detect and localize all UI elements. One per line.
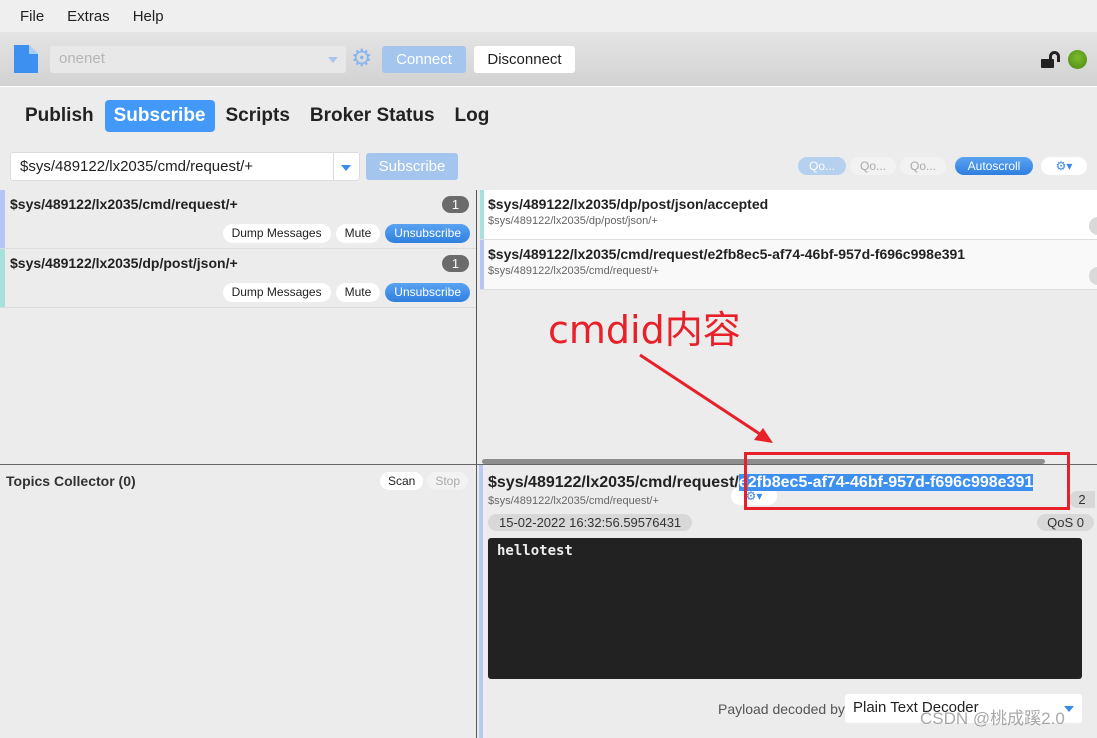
tab-log[interactable]: Log: [446, 100, 499, 132]
message-count-badge: 1: [442, 196, 469, 213]
message-topic: $sys/489122/lx2035/cmd/request/e2fb8ec5-…: [488, 246, 966, 262]
subscribe-tools: Qo... Qo... Qo... Autoscroll ⚙▾: [798, 157, 1087, 175]
chevron-down-icon: [1064, 706, 1074, 712]
subscribe-topic-input[interactable]: $sys/489122/lx2035/cmd/request/+: [10, 152, 360, 181]
detail-message-count: 2: [1069, 491, 1095, 508]
qos1-button[interactable]: Qo...: [850, 157, 896, 175]
connect-button[interactable]: Connect: [382, 46, 466, 73]
dump-messages-button[interactable]: Dump Messages: [222, 283, 331, 302]
message-color-stripe: [480, 190, 484, 239]
menu-extras[interactable]: Extras: [67, 8, 110, 25]
message-subscription: $sys/489122/lx2035/dp/post/json/+: [488, 215, 658, 227]
message-count-badge: 1: [442, 255, 469, 272]
qos2-button[interactable]: Qo...: [900, 157, 946, 175]
message-topic: $sys/489122/lx2035/dp/post/json/accepted: [488, 196, 769, 212]
annotation-label: cmdid内容: [548, 308, 741, 352]
menu-file[interactable]: File: [20, 8, 44, 25]
menu-help[interactable]: Help: [133, 8, 164, 25]
subscription-color-stripe: [0, 190, 5, 248]
subscription-topic: $sys/489122/lx2035/dp/post/json/+: [10, 255, 238, 271]
dump-messages-button[interactable]: Dump Messages: [222, 224, 331, 243]
tab-scripts[interactable]: Scripts: [217, 100, 299, 132]
unsubscribe-button[interactable]: Unsubscribe: [385, 224, 470, 243]
qos0-button[interactable]: Qo...: [798, 157, 846, 175]
chevron-down-icon[interactable]: [341, 165, 351, 171]
unlock-icon: [1041, 50, 1061, 70]
payload-view[interactable]: hellotest: [488, 538, 1082, 679]
stop-button[interactable]: Stop: [427, 472, 468, 490]
main-tabs: Publish Subscribe Scripts Broker Status …: [16, 100, 500, 132]
scan-button[interactable]: Scan: [379, 472, 424, 490]
tab-broker-status[interactable]: Broker Status: [301, 100, 444, 132]
subscription-color-stripe: [0, 249, 5, 307]
topics-collector-title: Topics Collector (0): [6, 473, 136, 489]
connection-profile-select[interactable]: onenet: [50, 46, 346, 73]
detail-color-stripe: [479, 465, 483, 738]
subscribe-button[interactable]: Subscribe: [366, 153, 458, 180]
autoscroll-toggle[interactable]: Autoscroll: [955, 157, 1033, 175]
mute-button[interactable]: Mute: [335, 224, 381, 243]
mute-button[interactable]: Mute: [335, 283, 381, 302]
decoder-label: Payload decoded by: [718, 701, 845, 717]
gears-icon: ⚙▾: [1055, 159, 1073, 173]
message-indicator: [1089, 217, 1097, 235]
message-item[interactable]: $sys/489122/lx2035/cmd/request/e2fb8ec5-…: [480, 240, 1097, 290]
message-subscription: $sys/489122/lx2035/cmd/request/+: [488, 265, 659, 277]
connection-status-indicator: [1068, 50, 1087, 69]
topic-input-value: $sys/489122/lx2035/cmd/request/+: [20, 158, 254, 175]
chevron-down-icon: [328, 57, 338, 63]
profile-value: onenet: [59, 50, 105, 67]
gear-icon[interactable]: ⚙: [351, 47, 373, 71]
detail-timestamp: 15-02-2022 16:32:56.59576431: [488, 514, 693, 531]
settings-menu-button[interactable]: ⚙▾: [1041, 157, 1087, 175]
menu-bar: File Extras Help: [0, 0, 1097, 32]
file-icon[interactable]: [14, 45, 38, 73]
message-item[interactable]: $sys/489122/lx2035/dp/post/json/accepted…: [480, 190, 1097, 240]
topics-collector-panel: Topics Collector (0) Scan Stop ⚙▾: [0, 465, 777, 738]
annotation-highlight-box: [744, 452, 1070, 510]
subscriptions-list: $sys/489122/lx2035/cmd/request/+ 1 Dump …: [0, 190, 477, 464]
subscription-item[interactable]: $sys/489122/lx2035/cmd/request/+ 1 Dump …: [0, 190, 476, 249]
annotation-arrow-icon: [639, 353, 773, 443]
connection-toolbar: onenet ⚙ Connect Disconnect: [0, 32, 1097, 87]
tab-subscribe[interactable]: Subscribe: [104, 100, 215, 132]
tab-publish[interactable]: Publish: [16, 100, 103, 132]
detail-topic-prefix: $sys/489122/lx2035/cmd/request/: [488, 474, 739, 491]
message-indicator: [1089, 267, 1097, 285]
watermark: CSDN @桃成蹊2.0: [920, 709, 1065, 728]
subscription-item[interactable]: $sys/489122/lx2035/dp/post/json/+ 1 Dump…: [0, 249, 476, 308]
detail-subscription: $sys/489122/lx2035/cmd/request/+: [488, 495, 659, 507]
message-color-stripe: [480, 240, 484, 289]
unsubscribe-button[interactable]: Unsubscribe: [385, 283, 470, 302]
detail-qos-badge: QoS 0: [1037, 514, 1094, 531]
subscription-topic: $sys/489122/lx2035/cmd/request/+: [10, 196, 238, 212]
disconnect-button[interactable]: Disconnect: [474, 46, 575, 73]
